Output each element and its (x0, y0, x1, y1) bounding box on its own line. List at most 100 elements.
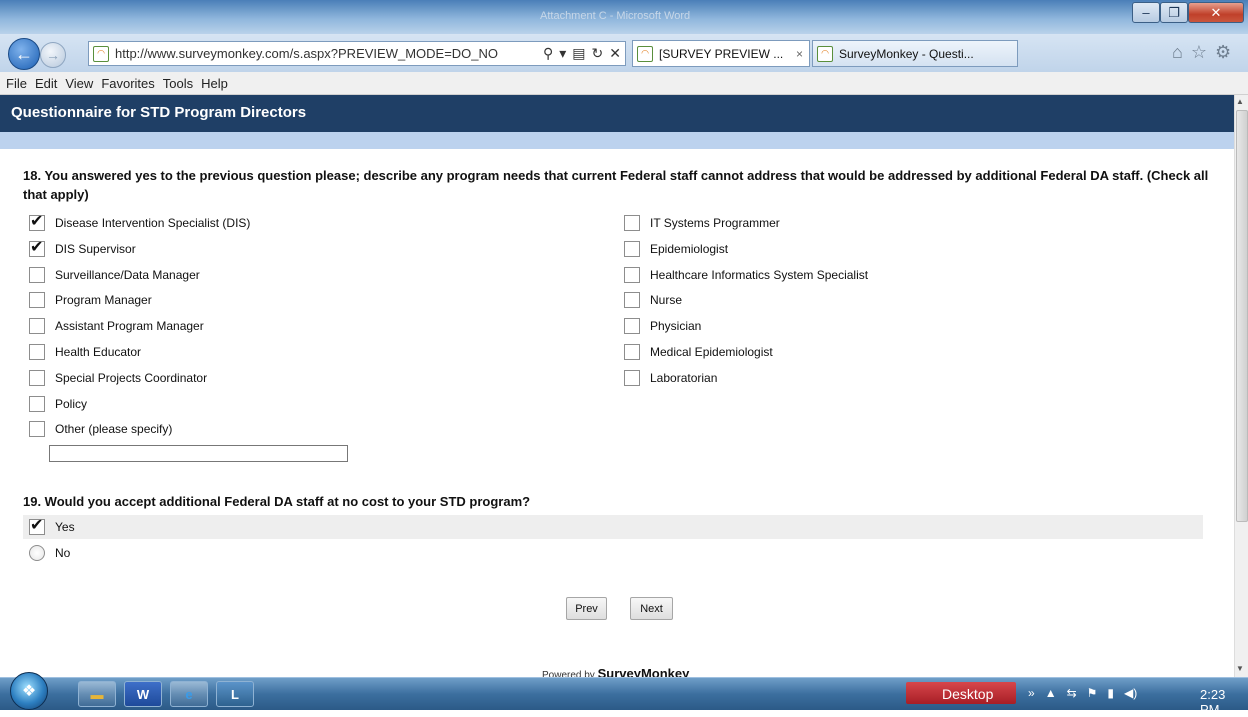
home-icon[interactable]: ⌂ (1172, 42, 1183, 63)
windows-logo-icon: ❖ (21, 683, 37, 700)
chevron-right-icon[interactable]: » (1028, 686, 1035, 700)
checkbox-option[interactable]: Other (please specify) (29, 421, 173, 438)
survey-title: Questionnaire for STD Program Directors (11, 104, 307, 121)
forward-button[interactable]: → (40, 42, 66, 68)
checkbox[interactable] (29, 369, 45, 386)
start-button[interactable]: ❖ (10, 672, 48, 710)
checkbox[interactable] (29, 344, 45, 360)
network-icon[interactable]: ⇆ (1067, 686, 1077, 700)
checkbox-option[interactable]: Laboratorian (624, 369, 717, 386)
flag-icon[interactable]: ⚑ (1087, 686, 1098, 700)
checkbox-option[interactable]: Assistant Program Manager (29, 318, 204, 335)
checkbox-label: Nurse (650, 293, 683, 308)
checkbox-option[interactable]: Medical Epidemiologist (624, 344, 773, 360)
stop-icon[interactable]: ✕ (609, 45, 621, 62)
checkbox[interactable] (624, 292, 640, 309)
checkbox-label: Other (please specify) (55, 422, 173, 437)
checkbox[interactable] (29, 421, 45, 438)
signal-icon[interactable]: ▮ (1107, 686, 1114, 700)
menu-view[interactable]: View (65, 76, 93, 91)
yes-checkbox[interactable] (29, 515, 45, 535)
taskbar-ie-button[interactable]: e (170, 681, 208, 707)
compat-view-icon[interactable]: ▤ (572, 45, 585, 62)
checkbox-option[interactable]: Healthcare Informatics System Specialist (624, 266, 869, 283)
back-button[interactable]: ← (8, 38, 40, 70)
checkbox[interactable] (29, 237, 45, 257)
scroll-up-arrow-icon[interactable]: ▲ (1236, 97, 1244, 106)
checkbox-option[interactable]: Surveillance/Data Manager (29, 266, 200, 283)
checkbox-label: Epidemiologist (650, 241, 729, 256)
close-window-button[interactable]: ✕ (1188, 2, 1244, 23)
taskbar-explorer-button[interactable]: ▬ (78, 681, 116, 707)
checkbox-option[interactable]: Program Manager (29, 292, 152, 309)
browser-tab-surveymonkey[interactable]: ◠ SurveyMonkey - Questi... (812, 40, 1018, 67)
survey-subheader-band (0, 132, 1234, 149)
checkbox-option[interactable]: Nurse (624, 292, 683, 309)
tab-favicon-icon: ◠ (817, 45, 833, 62)
minimize-button[interactable]: – (1132, 2, 1160, 23)
checkbox-option[interactable]: IT Systems Programmer (624, 215, 780, 231)
address-bar[interactable]: ◠ http://www.surveymonkey.com/s.aspx?PRE… (88, 41, 626, 66)
scrollbar-thumb[interactable] (1236, 110, 1248, 522)
desktop-toolbar-label[interactable]: Desktop (942, 686, 993, 702)
search-icon[interactable]: ⚲ (543, 45, 553, 62)
address-url[interactable]: http://www.surveymonkey.com/s.aspx?PREVI… (115, 46, 498, 61)
menu-help[interactable]: Help (201, 76, 228, 91)
checkbox-option[interactable]: Disease Intervention Specialist (DIS) (29, 211, 250, 231)
checkbox-label: Physician (650, 319, 702, 334)
browser-toolbar-icons: ⌂ ☆ ⚙ (1172, 42, 1231, 63)
checkbox-label: DIS Supervisor (55, 241, 136, 256)
menu-tools[interactable]: Tools (163, 76, 193, 91)
checkbox[interactable] (624, 369, 640, 386)
forward-arrow-icon: → (46, 47, 60, 63)
checkbox-option[interactable]: Policy (29, 395, 88, 412)
show-hidden-icons-icon[interactable]: ▲ (1045, 686, 1057, 700)
app-icon: L (231, 686, 239, 702)
scroll-down-arrow-icon[interactable]: ▼ (1236, 664, 1244, 673)
checkbox[interactable] (624, 344, 640, 360)
checkbox-option[interactable]: DIS Supervisor (29, 237, 136, 257)
maximize-button[interactable]: ❐ (1160, 2, 1188, 23)
checkbox-label: Assistant Program Manager (55, 319, 204, 334)
checkbox[interactable] (624, 240, 640, 257)
other-specify-input[interactable] (49, 445, 348, 462)
checkbox[interactable] (29, 318, 45, 335)
browser-tab-survey-preview[interactable]: ◠ [SURVEY PREVIEW ... × (632, 40, 810, 67)
question-18-text: 18. You answered yes to the previous que… (23, 168, 1209, 202)
dropdown-icon[interactable]: ▾ (559, 45, 566, 62)
volume-icon[interactable]: ◀) (1124, 686, 1137, 700)
favorites-star-icon[interactable]: ☆ (1191, 42, 1207, 63)
checkbox[interactable] (624, 318, 640, 335)
tab-label: SurveyMonkey - Questi... (839, 46, 974, 61)
no-radio[interactable] (29, 545, 45, 561)
checkbox[interactable] (624, 215, 640, 231)
checkbox-label: IT Systems Programmer (650, 216, 780, 230)
option-no[interactable]: No (29, 545, 70, 561)
checkbox[interactable] (624, 266, 640, 283)
gear-icon[interactable]: ⚙ (1215, 42, 1231, 63)
menu-file[interactable]: File (6, 76, 27, 91)
option-yes[interactable]: Yes (29, 515, 75, 535)
prev-button[interactable]: Prev (566, 597, 607, 620)
menu-edit[interactable]: Edit (35, 76, 57, 91)
folder-icon: ▬ (90, 686, 104, 702)
taskbar-clock[interactable]: 2:23 PM (1200, 687, 1248, 717)
checkbox[interactable] (29, 266, 45, 283)
tab-close-icon[interactable]: × (796, 47, 803, 61)
next-button[interactable]: Next (630, 597, 673, 620)
menu-favorites[interactable]: Favorites (101, 76, 154, 91)
option-yes-label: Yes (55, 520, 75, 534)
checkbox-option[interactable]: Health Educator (29, 344, 141, 360)
taskbar-app-button[interactable]: L (216, 681, 254, 707)
checkbox[interactable] (29, 211, 45, 231)
checkbox-option[interactable]: Epidemiologist (624, 240, 729, 257)
taskbar-word-button[interactable]: W (124, 681, 162, 707)
refresh-icon[interactable]: ↻ (592, 45, 604, 62)
checkbox-label: Healthcare Informatics System Specialist (650, 267, 869, 282)
checkbox-option[interactable]: Special Projects Coordinator (29, 369, 207, 386)
system-tray-icons: » ▲ ⇆ ⚑ ▮ ◀) (1028, 686, 1137, 700)
checkbox-option[interactable]: Physician (624, 318, 702, 335)
checkbox-label: Policy (55, 396, 88, 411)
checkbox[interactable] (29, 395, 45, 412)
checkbox[interactable] (29, 292, 45, 309)
